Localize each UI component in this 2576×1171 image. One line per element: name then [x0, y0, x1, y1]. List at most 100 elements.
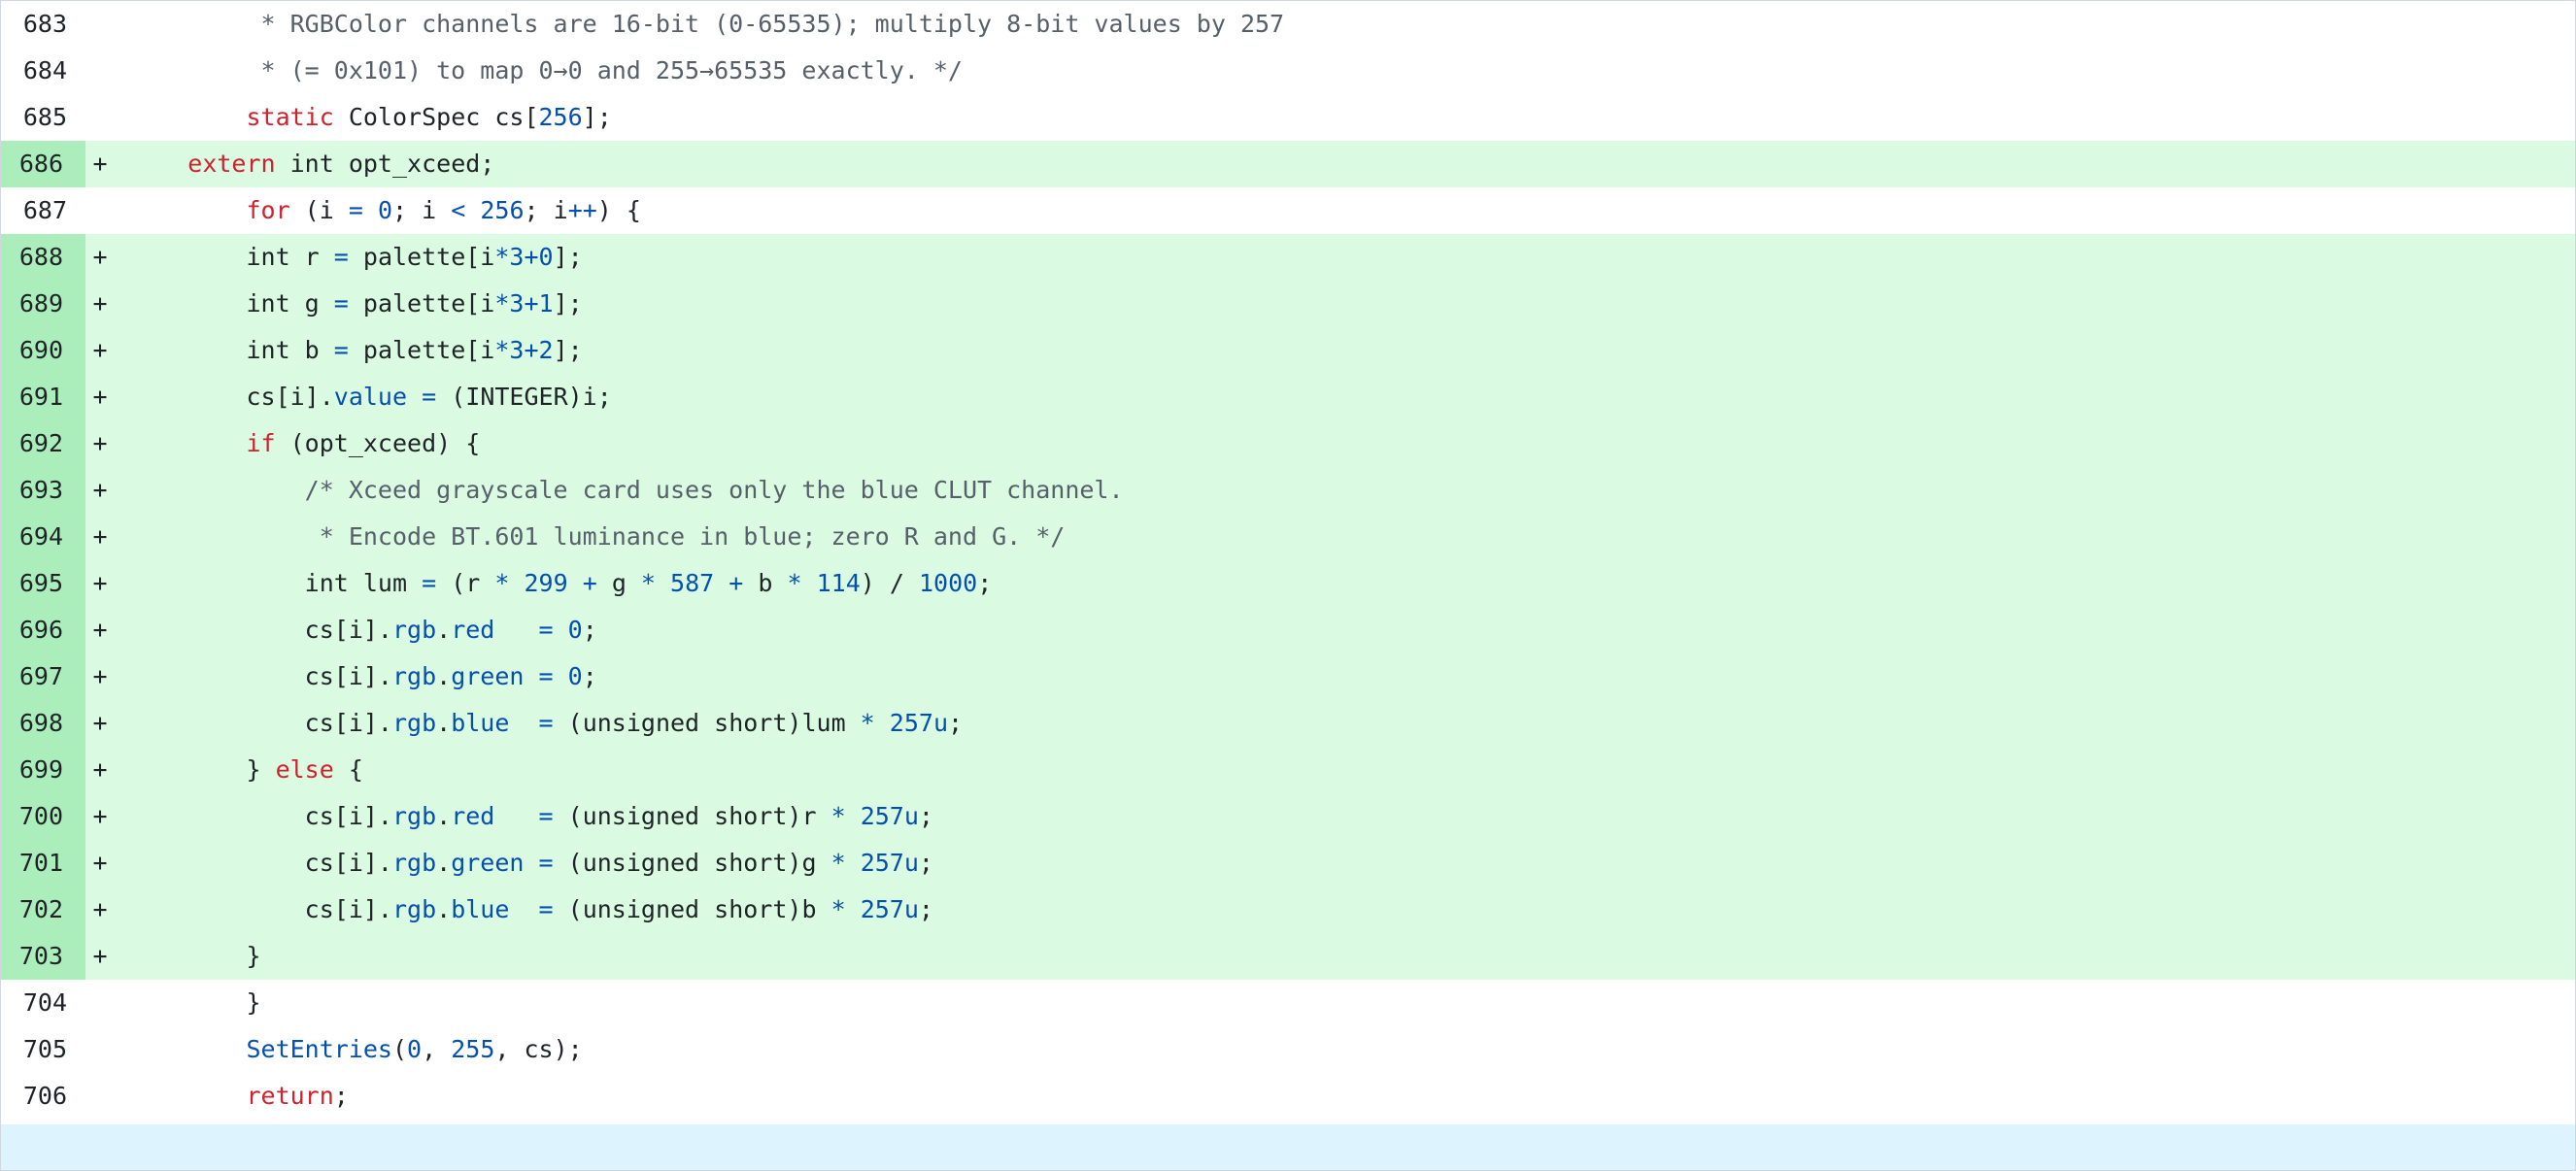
line-number[interactable]: 699: [1, 747, 85, 793]
diff-lines: 683 * RGBColor channels are 16-bit (0-65…: [1, 1, 2575, 1120]
code-token: cs[i].: [115, 802, 392, 830]
code-token: (opt_xceed) {: [275, 429, 481, 457]
line-number[interactable]: 685: [1, 94, 67, 141]
context-line: 683 * RGBColor channels are 16-bit (0-65…: [1, 1, 2575, 48]
code-token: int r: [115, 243, 334, 271]
code-content: for (i = 0; i < 256; i++) {: [115, 187, 2575, 234]
diff-sign: +: [92, 895, 108, 923]
diff-sign: +: [92, 849, 108, 877]
code-token: palette[i: [348, 336, 495, 364]
line-number[interactable]: 704: [1, 980, 67, 1026]
code-token: for: [246, 196, 290, 224]
line-number[interactable]: 686: [1, 141, 85, 187]
diff-sign: +: [92, 942, 108, 970]
diff-sign: +: [92, 569, 108, 597]
line-number[interactable]: 683: [1, 1, 67, 48]
line-number[interactable]: 687: [1, 187, 67, 234]
line-number[interactable]: 690: [1, 327, 85, 374]
code-content: SetEntries(0, 255, cs);: [115, 1026, 2575, 1073]
line-number[interactable]: 694: [1, 514, 85, 560]
code-token: * RGBColor channels are 16-bit (0-65535)…: [115, 10, 1285, 38]
code-token: *: [860, 709, 875, 737]
diff-sign: [85, 1, 115, 48]
line-number[interactable]: 706: [1, 1073, 67, 1120]
code-token: ];: [582, 103, 612, 131]
line-number[interactable]: 688: [1, 234, 85, 281]
code-token: ];: [553, 289, 583, 318]
code-content: cs[i].rgb.red = 0;: [115, 607, 2575, 653]
code-token: cs[i].: [115, 383, 334, 411]
line-number[interactable]: 692: [1, 420, 85, 467]
code-token: 257u: [860, 802, 919, 830]
code-token: <: [451, 196, 466, 224]
code-token: ];: [553, 336, 583, 364]
code-token: ) {: [596, 196, 641, 224]
code-token: int lum: [115, 569, 423, 597]
code-token: ColorSpec cs[: [333, 103, 539, 131]
code-token: ;: [977, 569, 993, 597]
code-token: .: [436, 849, 452, 877]
line-number[interactable]: 697: [1, 653, 85, 700]
code-token: extern: [187, 150, 276, 178]
code-token: rgb: [391, 662, 437, 690]
line-number[interactable]: 701: [1, 840, 85, 887]
diff-sign: +: [92, 429, 108, 457]
code-content: cs[i].rgb.blue = (unsigned short)lum * 2…: [115, 700, 2575, 747]
line-number[interactable]: 691: [1, 374, 85, 420]
code-token: 114: [816, 569, 861, 597]
line-number[interactable]: 693: [1, 467, 85, 514]
added-line: 695 + int lum = (r * 299 + g * 587 + b * …: [1, 560, 2575, 607]
line-number[interactable]: 705: [1, 1026, 67, 1073]
code-token: +: [729, 569, 744, 597]
diff-sign: [85, 48, 115, 94]
code-token: *: [640, 569, 656, 597]
expand-hunk-bar[interactable]: [1, 1124, 2575, 1170]
line-number[interactable]: 689: [1, 281, 85, 327]
code-token: =: [333, 289, 349, 318]
code-token: 0: [567, 662, 583, 690]
diff-sign: [85, 980, 115, 1026]
line-number[interactable]: 696: [1, 607, 85, 653]
code-content: cs[i].rgb.green = 0;: [115, 653, 2575, 700]
line-number[interactable]: 703: [1, 933, 85, 980]
code-token: rgb: [391, 802, 437, 830]
code-content: /* Xceed grayscale card uses only the bl…: [115, 467, 2575, 514]
diff-sign: +: [92, 662, 108, 690]
code-content: int b = palette[i*3+2];: [115, 327, 2575, 374]
code-token: (INTEGER)i;: [436, 383, 612, 411]
code-content: * Encode BT.601 luminance in blue; zero …: [115, 514, 2575, 560]
diff-sign: [85, 187, 115, 234]
code-token: blue: [451, 895, 510, 923]
diff-sign: +: [92, 522, 108, 551]
code-content: }: [115, 980, 2575, 1026]
code-token: =: [333, 243, 349, 271]
line-number[interactable]: 698: [1, 700, 85, 747]
code-token: green: [451, 849, 525, 877]
code-token: blue: [451, 709, 510, 737]
line-number[interactable]: 684: [1, 48, 67, 94]
code-token: .: [436, 616, 452, 644]
line-number[interactable]: 700: [1, 793, 85, 840]
added-line: 690 + int b = palette[i*3+2];: [1, 327, 2575, 374]
code-token: }: [115, 942, 261, 970]
code-token: ; i: [524, 196, 568, 224]
code-token: 1000: [918, 569, 978, 597]
code-token: +: [524, 336, 539, 364]
code-token: * Encode BT.601 luminance in blue; zero …: [115, 522, 1066, 551]
added-line: 688 + int r = palette[i*3+0];: [1, 234, 2575, 281]
diff-sign: [85, 1073, 115, 1120]
line-number[interactable]: 702: [1, 887, 85, 933]
code-token: cs[i].: [115, 662, 392, 690]
code-content: } else {: [115, 747, 2575, 793]
code-token: palette[i: [348, 289, 495, 318]
code-token: =: [538, 895, 554, 923]
added-line: 703 + }: [1, 933, 2575, 980]
line-number[interactable]: 695: [1, 560, 85, 607]
